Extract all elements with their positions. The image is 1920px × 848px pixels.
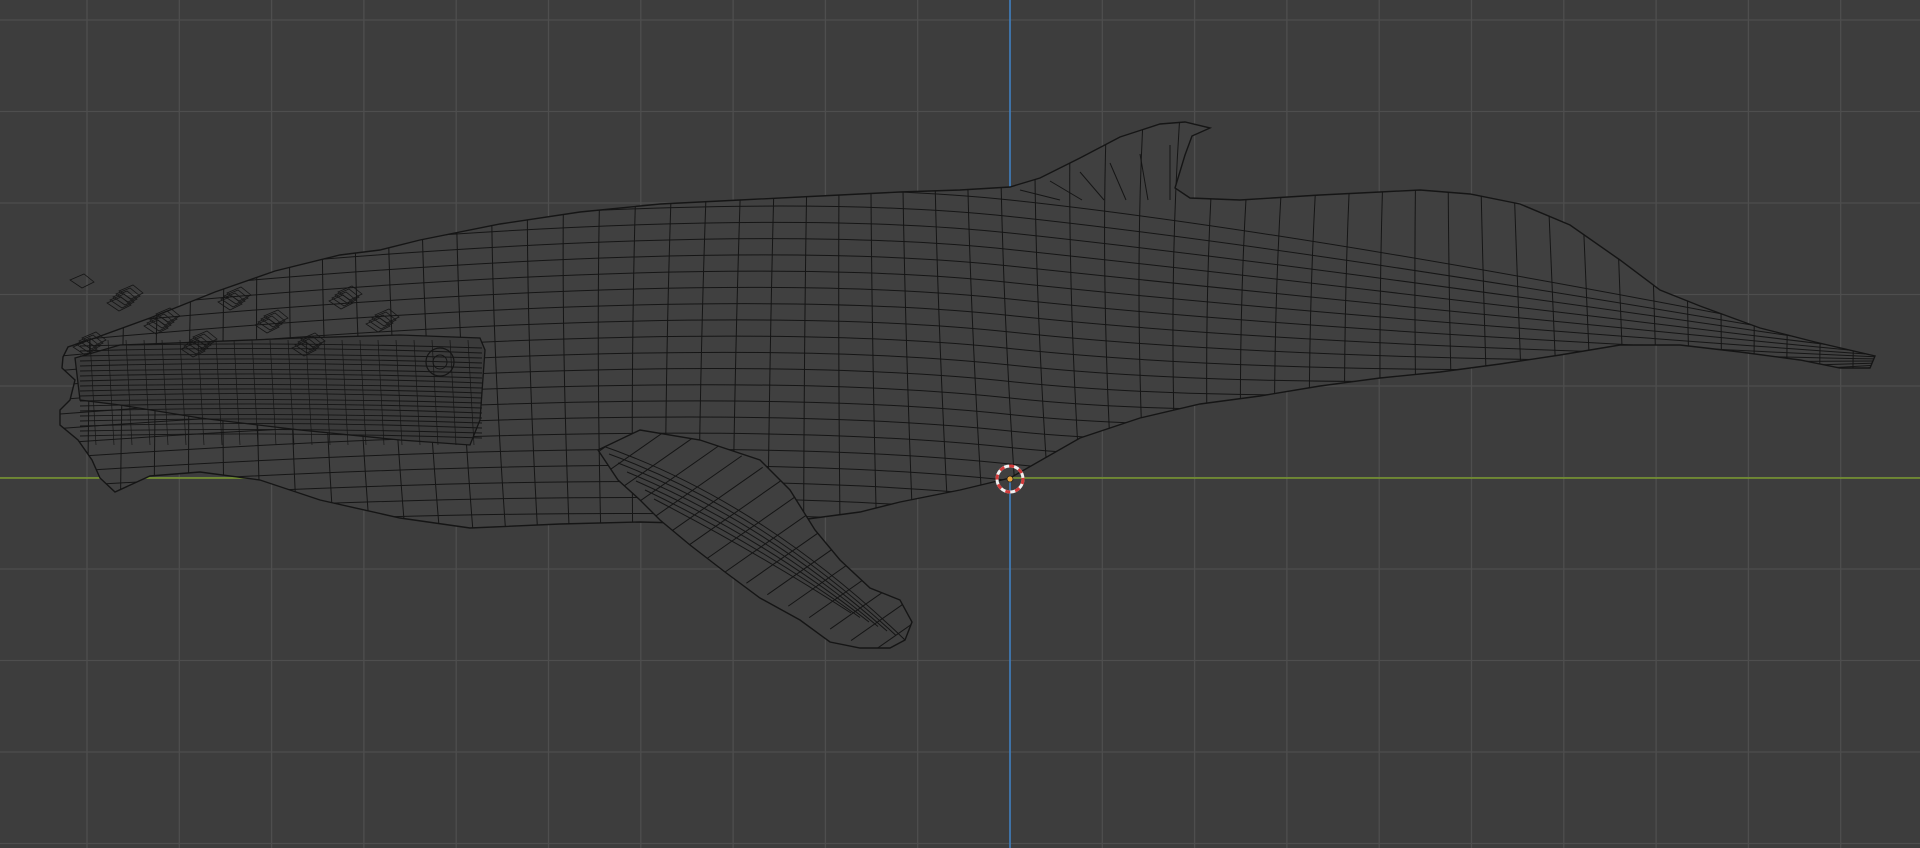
object-origin-icon: [1006, 475, 1014, 483]
3d-viewport[interactable]: [0, 0, 1920, 848]
viewport-canvas[interactable]: [0, 0, 1920, 848]
